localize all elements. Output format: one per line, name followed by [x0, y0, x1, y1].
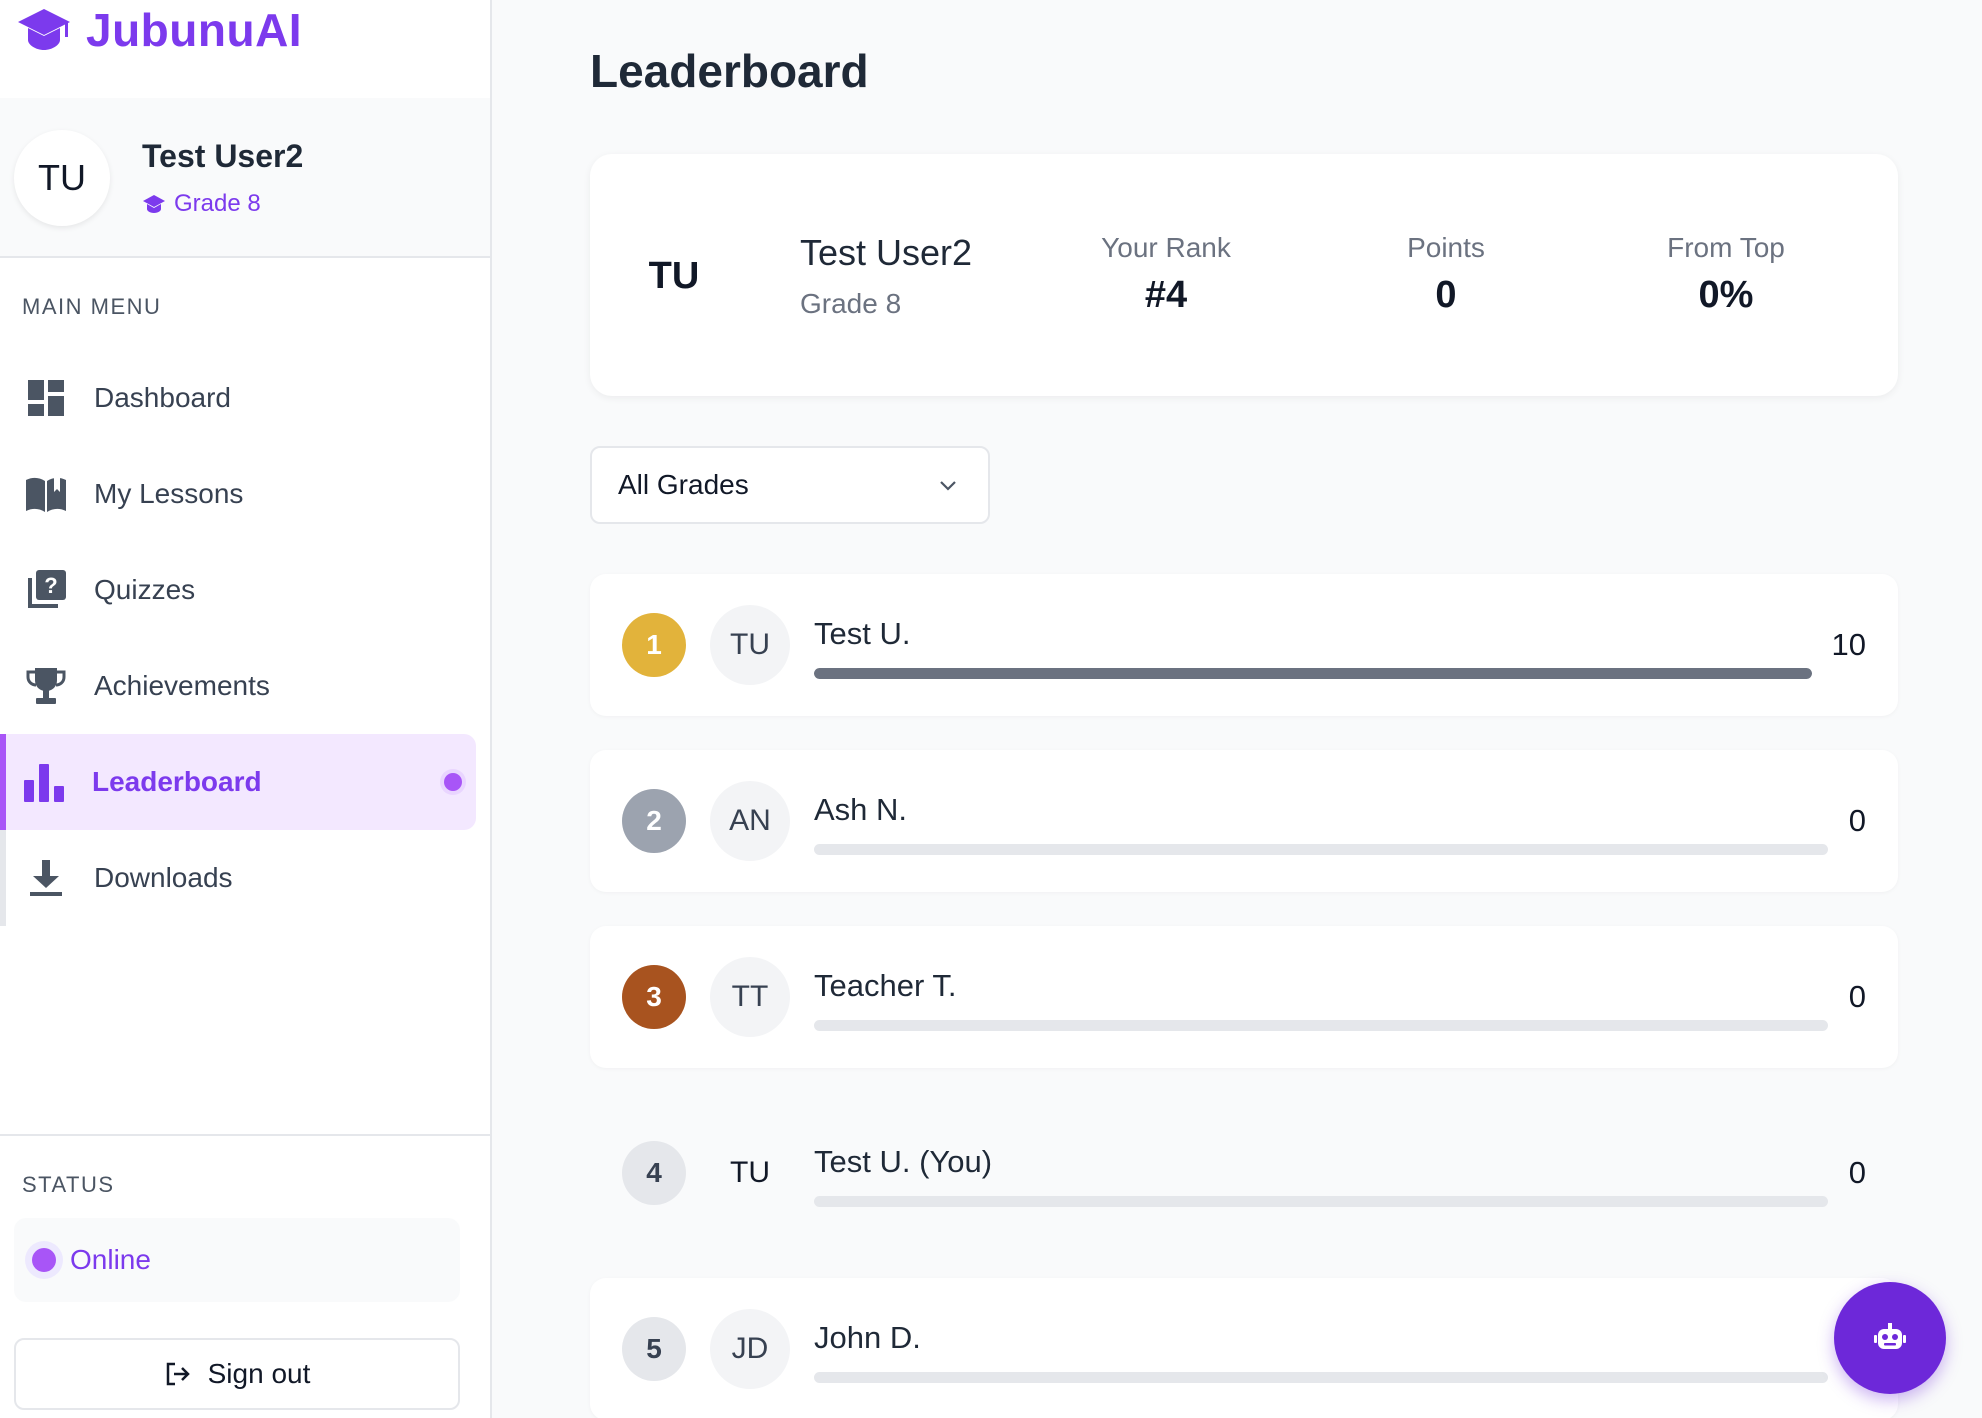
main-menu-label: MAIN MENU [22, 294, 162, 319]
sidebar-item-dashboard[interactable]: Dashboard [0, 350, 490, 446]
points-progress-bar [814, 1020, 1828, 1031]
app-name: JubunuAI [86, 4, 303, 56]
from-top-label: From Top [1667, 232, 1785, 263]
graduation-cap-icon [143, 195, 165, 213]
rank-badge: 2 [622, 789, 686, 853]
profile-card: TU Test User2 Grade 8 [0, 98, 490, 258]
avatar: JD [710, 1309, 790, 1389]
ai-assistant-button[interactable] [1834, 1282, 1946, 1394]
sidebar-item-label: Downloads [94, 862, 233, 893]
svg-text:?: ? [44, 573, 57, 598]
rank-badge: 4 [622, 1141, 686, 1205]
rank-badge: 5 [622, 1317, 686, 1381]
avatar: TU [730, 1156, 770, 1189]
player-name: John D. [814, 1320, 921, 1355]
rank-badge: 3 [622, 965, 686, 1029]
sidebar-item-label: Dashboard [94, 382, 231, 413]
user-summary-card: TU Test User2 Grade 8 Your Rank #4 Point… [590, 154, 1898, 396]
graduation-cap-icon [18, 9, 70, 50]
leaderboard-row[interactable]: 3 TT Teacher T. 0 [590, 926, 1898, 1068]
page-title: Leaderboard [590, 45, 869, 97]
sign-out-label: Sign out [207, 1358, 311, 1389]
player-points: 0 [1848, 979, 1866, 1014]
rank-value: #4 [1144, 274, 1188, 316]
from-top-stat: From Top 0% [1606, 232, 1846, 317]
logo[interactable]: JubunuAI [16, 0, 302, 60]
status-indicator: Online [14, 1218, 460, 1302]
summary-grade: Grade 8 [800, 288, 902, 319]
leaderboard-row-current-user[interactable]: 4 TU Test U. (You) 0 [590, 1102, 1898, 1244]
book-icon [26, 476, 66, 512]
trophy-icon [26, 668, 66, 704]
player-name: Teacher T. [814, 968, 957, 1003]
main-menu: Dashboard My Lessons ? Quizzes Achieveme… [0, 350, 490, 926]
online-dot-icon [32, 1248, 56, 1272]
from-top-value: 0% [1698, 274, 1754, 316]
points-progress-bar [814, 1196, 1828, 1207]
dashboard-icon [28, 380, 64, 416]
chevron-down-icon [940, 481, 956, 491]
active-indicator [444, 773, 462, 791]
sign-out-button[interactable]: Sign out [14, 1338, 460, 1410]
sidebar-item-my-lessons[interactable]: My Lessons [0, 446, 490, 542]
sidebar-item-downloads[interactable]: Downloads [0, 830, 490, 926]
profile-grade: Grade 8 [142, 190, 261, 218]
sidebar-item-quizzes[interactable]: ? Quizzes [0, 542, 490, 638]
rank-label: Your Rank [1101, 232, 1231, 263]
rank-stat: Your Rank #4 [1046, 232, 1286, 317]
avatar: TU [710, 605, 790, 685]
player-points: 0 [1848, 1155, 1866, 1190]
sidebar-item-label: My Lessons [94, 478, 244, 509]
avatar: AN [710, 781, 790, 861]
points-value: 0 [1435, 274, 1457, 316]
status-value: Online [70, 1244, 151, 1275]
avatar: TT [710, 957, 790, 1037]
leaderboard-row[interactable]: 2 AN Ash N. 0 [590, 750, 1898, 892]
player-name: Ash N. [814, 792, 908, 827]
sidebar-item-label: Achievements [94, 670, 270, 701]
points-progress-bar [814, 1372, 1828, 1383]
quiz-icon: ? [28, 570, 66, 608]
grade-filter-value: All Grades [618, 469, 749, 500]
sidebar-item-leaderboard[interactable]: Leaderboard [0, 734, 476, 830]
leaderboard-row[interactable]: 5 JD John D. 0 [590, 1278, 1898, 1418]
divider [0, 1134, 490, 1136]
grade-filter-select[interactable]: All Grades [590, 446, 990, 524]
points-stat: Points 0 [1326, 232, 1566, 317]
player-points: 0 [1848, 803, 1866, 838]
summary-name: Test User2 [800, 232, 973, 273]
points-progress-bar [814, 668, 1812, 679]
sidebar-item-label: Quizzes [94, 574, 196, 605]
sidebar: JubunuAI TU Test User2 Grade 8 MAIN MENU… [0, 0, 492, 1418]
bar-chart-icon [24, 764, 64, 802]
player-points: 10 [1831, 627, 1866, 662]
profile-name: Test User2 [142, 138, 304, 174]
robot-icon [1874, 1323, 1906, 1349]
rank-badge: 1 [622, 613, 686, 677]
sidebar-item-achievements[interactable]: Achievements [0, 638, 490, 734]
profile-grade-label: Grade 8 [174, 190, 261, 217]
player-name: Test U. (You) [814, 1144, 993, 1179]
player-name: Test U. [814, 616, 911, 651]
download-icon [30, 860, 62, 896]
leaderboard-row[interactable]: 1 TU Test U. 10 [590, 574, 1898, 716]
sidebar-item-label: Leaderboard [92, 766, 262, 797]
avatar: TU [648, 254, 700, 297]
avatar[interactable]: TU [14, 130, 110, 226]
status-label: STATUS [22, 1172, 115, 1197]
points-label: Points [1407, 232, 1485, 263]
progress-fill [814, 668, 1812, 679]
sign-out-icon [166, 1362, 190, 1386]
points-progress-bar [814, 844, 1828, 855]
